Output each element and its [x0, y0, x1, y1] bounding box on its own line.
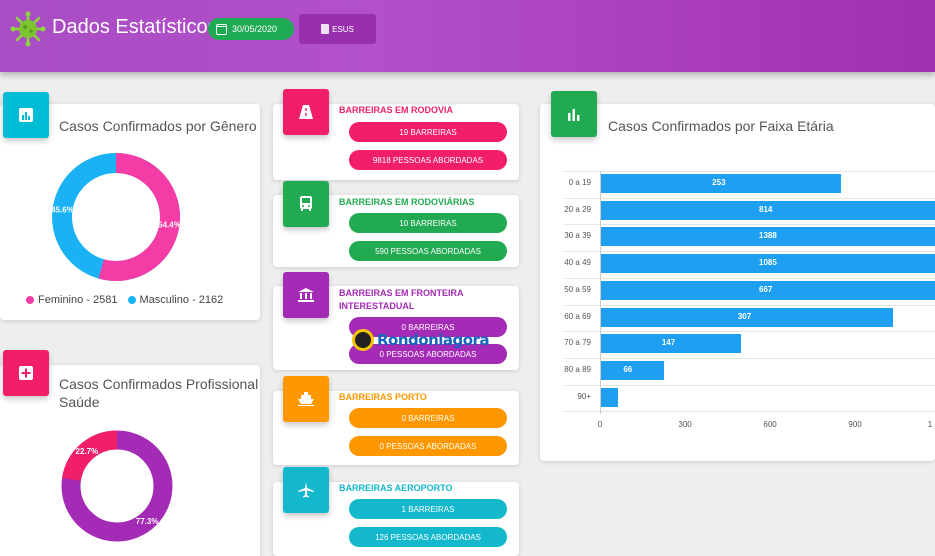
page-title: Dados Estatísticos	[52, 16, 218, 38]
age-gridline	[564, 304, 935, 306]
barrier-people-porto[interactable]: 0 PESSOAS ABORDADAS	[349, 436, 507, 456]
age-bar-value: 1388	[759, 231, 777, 241]
age-card-title: Casos Confirmados por Faixa Etária	[608, 118, 834, 134]
gender-donut-chart: 54.4% 45.6%	[52, 153, 180, 281]
age-bar-value: 814	[759, 204, 773, 214]
age-bar[interactable]	[601, 360, 664, 380]
age-gridline	[564, 331, 935, 333]
barrier-title-rodovia: BARREIRAS EM RODOVIA	[339, 105, 454, 115]
health-title-line1: Casos Confirmados Profissional	[59, 376, 259, 392]
calendar-icon	[216, 23, 227, 35]
barrier-title-fronteira-line2: INTERESTADUAL	[339, 301, 415, 311]
age-bar-value: 66	[623, 364, 633, 374]
age-axis-line	[600, 171, 601, 414]
age-category-label: 80 a 89	[564, 364, 591, 374]
female-legend-label[interactable]: Feminino - 2581	[38, 294, 118, 306]
donut-slice-health	[62, 430, 118, 482]
barrier-tile-rodovia	[283, 89, 329, 135]
barrier-count-aeroporto[interactable]: 1 BARREIRAS	[349, 499, 507, 519]
female-legend-swatch	[26, 296, 34, 304]
age-x-tick: 1	[927, 420, 933, 429]
age-bar[interactable]	[601, 387, 619, 407]
age-x-tick: 600	[763, 420, 777, 429]
medical-cross-icon	[19, 366, 33, 380]
age-x-tick: 0	[597, 420, 603, 429]
age-category-label: 70 a 79	[564, 338, 591, 348]
bank-building-icon	[298, 288, 314, 302]
age-category-label: 0 a 19	[568, 178, 591, 187]
barrier-count-rodoviarias[interactable]: 10 BARREIRAS	[349, 213, 507, 233]
male-legend-label[interactable]: Masculino - 2162	[140, 294, 224, 306]
age-gridline	[564, 224, 935, 226]
esus-button[interactable]: ESUS	[299, 14, 376, 44]
age-x-tick: 900	[848, 420, 862, 429]
bar-chart-icon	[568, 109, 580, 121]
gender-card-tile	[3, 92, 49, 138]
age-gridline	[564, 277, 935, 279]
road-icon	[299, 105, 313, 119]
barrier-people-rodoviarias[interactable]: 590 PESSOAS ABORDADAS	[349, 241, 507, 261]
age-category-label: 60 a 69	[564, 311, 591, 321]
virus-icon	[10, 11, 46, 47]
watermark-logo	[352, 329, 374, 351]
date-text: 30/05/2020	[232, 24, 278, 34]
barrier-title-aeroporto: BARREIRAS AEROPORTO	[339, 483, 453, 493]
date-badge[interactable]: 30/05/2020	[208, 18, 294, 40]
barrier-people-rodovia[interactable]: 9818 PESSOAS ABORDADAS	[349, 150, 507, 170]
age-category-label: 40 a 49	[564, 258, 591, 268]
ship-icon	[298, 392, 314, 406]
esus-label: ESUS	[332, 24, 354, 34]
watermark-text: Rondoniagora	[377, 331, 490, 349]
gender-card-title: Casos Confirmados por Gênero	[59, 118, 257, 134]
health-title-line2: Saúde	[59, 394, 100, 410]
age-bar-value: 307	[737, 311, 752, 321]
watermark: Rondoniagora	[352, 329, 507, 351]
gender-legend: Feminino - 2581 Masculino - 2162	[26, 294, 223, 306]
age-card-tile	[551, 91, 597, 137]
age-gridline	[564, 251, 935, 253]
top-bar: Dados Estatísticos 30/05/2020 ESUS	[0, 0, 935, 72]
barrier-tile-rodoviarias	[283, 181, 329, 227]
barrier-title-fronteira-line1: BARREIRAS EM FRONTEIRA	[339, 288, 464, 298]
age-bar-value: 147	[661, 338, 676, 348]
age-gridline	[564, 357, 935, 359]
age-gridline	[564, 384, 935, 386]
age-category-label: 90+	[577, 391, 591, 401]
barrier-tile-porto	[283, 376, 329, 422]
other-percent-label: 77.3%	[136, 517, 159, 526]
age-bar-value: 1085	[759, 258, 777, 268]
barrier-title-porto: BARREIRAS PORTO	[339, 392, 427, 402]
age-category-label: 20 a 29	[564, 204, 591, 214]
barrier-tile-aeroporto	[283, 467, 329, 513]
barrier-count-rodovia[interactable]: 19 BARREIRAS	[349, 122, 507, 142]
barrier-tile-fronteira	[283, 272, 329, 318]
health-donut-chart: 22.7% 77.3%	[61, 430, 173, 542]
barrier-people-aeroporto[interactable]: 126 PESSOAS ABORDADAS	[349, 527, 507, 547]
male-legend-swatch	[127, 296, 136, 304]
bus-icon	[300, 196, 312, 211]
age-gridline	[564, 197, 935, 199]
age-gridline	[564, 171, 935, 172]
donut-slice-female	[98, 153, 180, 281]
age-bar-value: 253	[712, 178, 726, 187]
male-percent-label: 45.6%	[52, 206, 74, 215]
health-card-title: Casos Confirmados Profissional Saúde	[59, 375, 258, 411]
female-percent-label: 54.4%	[158, 220, 180, 229]
age-x-tick: 300	[678, 420, 692, 429]
health-card-tile	[3, 350, 49, 396]
health-percent-label: 22.7%	[76, 447, 99, 456]
age-category-label: 50 a 59	[564, 284, 591, 294]
barrier-title-fronteira: BARREIRAS EM FRONTEIRA INTERESTADUAL	[339, 287, 464, 313]
age-bar-value: 667	[759, 284, 773, 294]
age-category-label: 30 a 39	[564, 231, 591, 241]
bar-chart-icon	[19, 108, 33, 122]
document-icon	[321, 24, 330, 34]
airplane-icon	[298, 482, 314, 498]
barrier-count-porto[interactable]: 0 BARREIRAS	[349, 408, 507, 428]
barrier-title-rodoviarias: BARREIRAS EM RODOVIÁRIAS	[339, 197, 475, 207]
age-gridline	[564, 411, 935, 413]
